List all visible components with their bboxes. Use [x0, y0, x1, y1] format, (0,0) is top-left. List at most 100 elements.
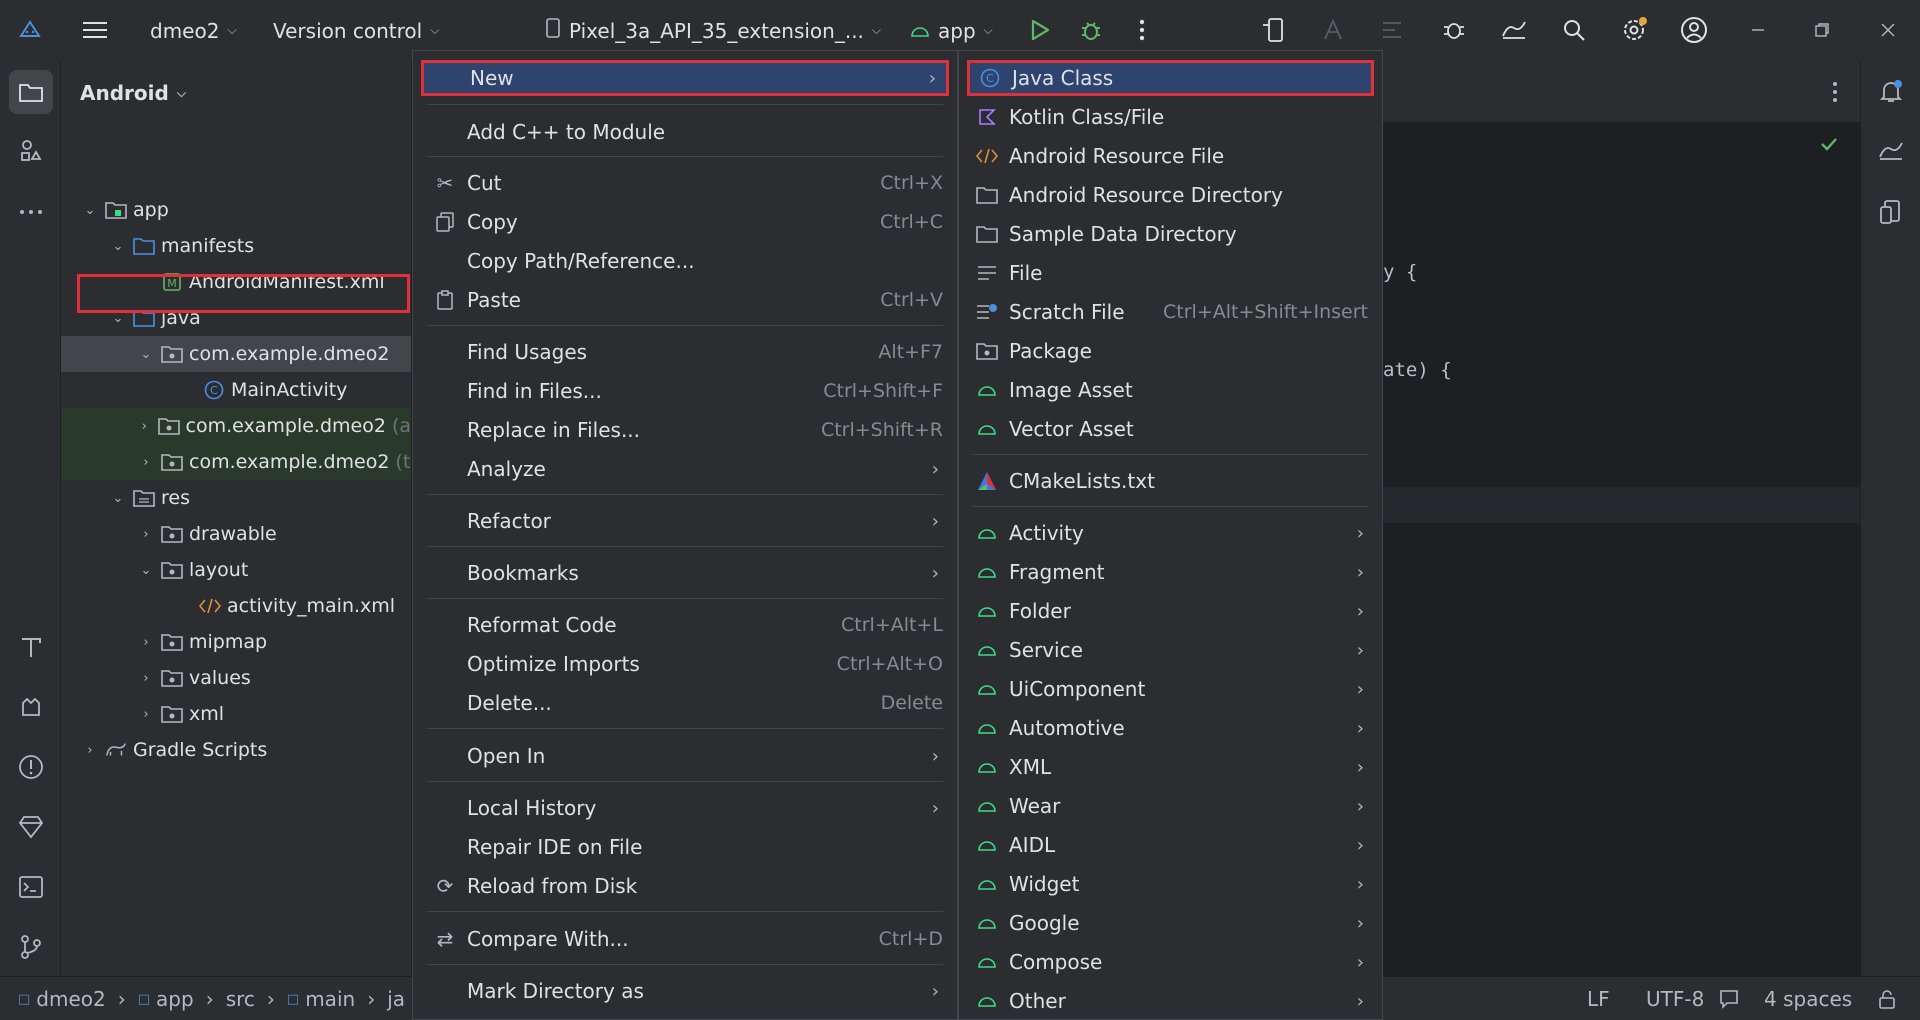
submenu-item-folder[interactable]: Folder › — [967, 593, 1374, 629]
logcat-icon[interactable] — [9, 685, 53, 729]
submenu-item-automotive[interactable]: Automotive › — [967, 710, 1374, 746]
submenu-item-vector-asset[interactable]: Vector Asset — [967, 411, 1374, 447]
project-tool-button[interactable] — [9, 70, 53, 114]
run-icon[interactable] — [1024, 14, 1056, 46]
submenu-item-cmake[interactable]: CMakeLists.txt — [967, 463, 1374, 499]
menu-item-mark-directory[interactable]: Mark Directory as › — [421, 973, 949, 1009]
tree-item-package-main[interactable]: ⌄ com.example.dmeo2 — [61, 336, 411, 372]
submenu-item-resource-directory[interactable]: Android Resource Directory — [967, 177, 1374, 213]
tab-options-icon[interactable] — [1832, 81, 1838, 108]
tree-item-activity-main[interactable]: activity_main.xml — [61, 588, 411, 624]
tree-item-manifests[interactable]: ⌄ manifests — [61, 228, 411, 264]
submenu-item-file[interactable]: File — [967, 255, 1374, 291]
tree-item-gradle-scripts[interactable]: › Gradle Scripts — [61, 732, 411, 768]
android-studio-logo-icon[interactable] — [14, 14, 46, 46]
menu-item-paste[interactable]: Paste Ctrl+V — [421, 282, 949, 318]
tree-item-layout[interactable]: ⌄ layout — [61, 552, 411, 588]
app-quality-icon[interactable] — [9, 805, 53, 849]
submenu-item-package[interactable]: Package — [967, 333, 1374, 369]
tree-item-values[interactable]: › values — [61, 660, 411, 696]
account-icon[interactable] — [1678, 14, 1710, 46]
menu-item-optimize-imports[interactable]: Optimize Imports Ctrl+Alt+O — [421, 646, 949, 682]
git-icon[interactable] — [9, 925, 53, 969]
menu-item-local-history[interactable]: Local History › — [421, 790, 949, 826]
build-icon[interactable] — [9, 625, 53, 669]
debug-icon[interactable] — [1075, 14, 1107, 46]
project-switcher[interactable]: dmeo2 ⌵ — [150, 0, 237, 61]
submenu-item-uicomponent[interactable]: UiComponent › — [967, 671, 1374, 707]
tree-item-package-test[interactable]: › com.example.dmeo2 (t — [61, 444, 411, 480]
gemini-icon[interactable] — [1498, 14, 1530, 46]
menu-item-analyze[interactable]: Analyze › — [421, 451, 949, 487]
menu-separator — [427, 546, 943, 547]
line-separator[interactable]: LF — [1587, 977, 1610, 1020]
gemini-panel-icon[interactable] — [1869, 129, 1913, 173]
lock-icon[interactable] — [1877, 977, 1897, 1020]
submenu-item-scratch[interactable]: Scratch File Ctrl+Alt+Shift+Insert — [967, 294, 1374, 330]
menu-item-replace-in-files[interactable]: Replace in Files... Ctrl+Shift+R — [421, 412, 949, 448]
submenu-item-aidl[interactable]: AIDL › — [967, 827, 1374, 863]
tree-item-mipmap[interactable]: › mipmap — [61, 624, 411, 660]
editor-area[interactable]: y { ate) { — [1383, 61, 1860, 976]
tree-item-package-android-test[interactable]: › com.example.dmeo2 (a — [61, 408, 411, 444]
submenu-item-compose[interactable]: Compose › — [967, 944, 1374, 980]
menu-item-reload[interactable]: ⟳ Reload from Disk — [421, 868, 949, 904]
menu-item-add-cpp[interactable]: Add C++ to Module — [421, 114, 949, 150]
menu-item-open-in[interactable]: Open In › — [421, 738, 949, 774]
menu-item-repair-ide[interactable]: Repair IDE on File — [421, 829, 949, 865]
submenu-item-activity[interactable]: Activity › — [967, 515, 1374, 551]
submenu-item-kotlin[interactable]: Kotlin Class/File — [967, 99, 1374, 135]
breadcrumb-item[interactable]: main — [305, 987, 355, 1011]
tree-item-drawable[interactable]: › drawable — [61, 516, 411, 552]
main-menu-icon[interactable] — [79, 14, 111, 46]
running-devices-icon[interactable] — [1869, 190, 1913, 234]
menu-item-new[interactable]: New › — [421, 60, 949, 96]
file-encoding[interactable]: UTF-8 — [1646, 977, 1704, 1020]
submenu-item-service[interactable]: Service › — [967, 632, 1374, 668]
tree-item-xml[interactable]: › xml — [61, 696, 411, 732]
submenu-item-sample-data[interactable]: Sample Data Directory — [967, 216, 1374, 252]
menu-item-copy-path[interactable]: Copy Path/Reference... — [421, 243, 949, 279]
more-tools-icon[interactable] — [9, 190, 53, 234]
close-icon[interactable] — [1872, 14, 1904, 46]
menu-item-compare[interactable]: ⇄ Compare With... Ctrl+D — [421, 921, 949, 957]
problems-icon[interactable] — [9, 745, 53, 789]
submenu-item-resource-file[interactable]: Android Resource File — [967, 138, 1374, 174]
menu-item-reformat[interactable]: Reformat Code Ctrl+Alt+L — [421, 607, 949, 643]
restore-icon[interactable] — [1806, 14, 1838, 46]
terminal-icon[interactable] — [9, 865, 53, 909]
indent-setting[interactable]: 4 spaces — [1764, 977, 1852, 1020]
submenu-item-other[interactable]: Other › — [967, 983, 1374, 1019]
submenu-item-image-asset[interactable]: Image Asset — [967, 372, 1374, 408]
notifications-icon[interactable] — [1869, 70, 1913, 114]
more-actions-icon[interactable] — [1126, 14, 1158, 46]
attach-debugger-icon[interactable] — [1438, 14, 1470, 46]
comment-icon[interactable] — [1719, 977, 1739, 1020]
menu-item-delete[interactable]: Delete... Delete — [421, 685, 949, 721]
tree-item-mainactivity[interactable]: C MainActivity — [61, 372, 411, 408]
submenu-item-wear[interactable]: Wear › — [967, 788, 1374, 824]
submenu-item-widget[interactable]: Widget › — [967, 866, 1374, 902]
menu-item-find-usages[interactable]: Find Usages Alt+F7 — [421, 334, 949, 370]
submenu-item-java-class[interactable]: C Java Class — [967, 60, 1374, 96]
tree-item-app[interactable]: ⌄ app — [61, 192, 411, 228]
breadcrumb-item[interactable]: src — [226, 987, 255, 1011]
menu-item-refactor[interactable]: Refactor › — [421, 503, 949, 539]
menu-item-cut[interactable]: ✂ Cut Ctrl+X — [421, 165, 949, 201]
submenu-item-xml[interactable]: XML › — [967, 749, 1374, 785]
minimize-icon[interactable] — [1742, 14, 1774, 46]
settings-icon[interactable] — [1618, 14, 1650, 46]
breadcrumb-item[interactable]: ja — [387, 987, 405, 1011]
search-icon[interactable] — [1558, 14, 1590, 46]
menu-item-bookmarks[interactable]: Bookmarks › — [421, 555, 949, 591]
resource-manager-icon[interactable] — [9, 129, 53, 173]
project-view-selector[interactable]: Android ⌵ — [80, 81, 186, 105]
menu-item-find-in-files[interactable]: Find in Files... Ctrl+Shift+F — [421, 373, 949, 409]
tree-item-res[interactable]: ⌄ res — [61, 480, 411, 516]
submenu-item-fragment[interactable]: Fragment › — [967, 554, 1374, 590]
breadcrumb-item[interactable]: dmeo2 — [36, 987, 105, 1011]
device-manager-icon[interactable] — [1258, 14, 1290, 46]
submenu-item-google[interactable]: Google › — [967, 905, 1374, 941]
menu-item-copy[interactable]: Copy Ctrl+C — [421, 204, 949, 240]
breadcrumb-item[interactable]: app — [156, 987, 194, 1011]
